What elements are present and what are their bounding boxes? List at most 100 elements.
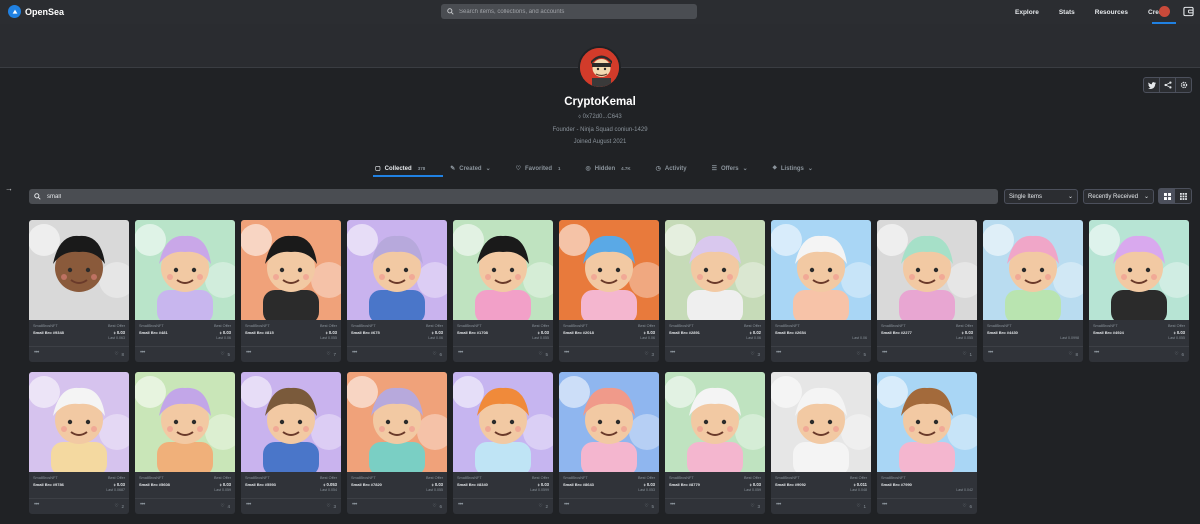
collection-name[interactable]: SmallBrosNFT — [881, 324, 906, 328]
more-options-icon[interactable]: ••• — [458, 502, 463, 508]
nft-card[interactable]: SmallBrosNFT Small Bro #2891 Best Offer … — [665, 220, 765, 362]
more-options-icon[interactable]: ••• — [670, 502, 675, 508]
nft-image[interactable] — [135, 372, 235, 472]
collection-name[interactable]: SmallBrosNFT — [881, 476, 906, 480]
more-options-icon[interactable]: ••• — [140, 350, 145, 356]
nft-image[interactable] — [347, 372, 447, 472]
tab-created[interactable]: ✎ Created ⌄ — [450, 160, 490, 177]
nft-card[interactable]: SmallBrosNFT Small Bro #1708 Best Offer … — [453, 220, 553, 362]
nft-card[interactable]: SmallBrosNFT Small Bro #2277 Best Offer … — [877, 220, 977, 362]
collection-name[interactable]: SmallBrosNFT — [775, 324, 800, 328]
favorite-button[interactable]: ♡ 5 — [220, 351, 230, 357]
expand-filters-arrow-icon[interactable]: → — [5, 184, 13, 193]
nft-card[interactable]: SmallBrosNFT Small Bro #5593 Best Offer … — [241, 372, 341, 514]
nft-image[interactable] — [29, 372, 129, 472]
more-options-icon[interactable]: ••• — [352, 350, 357, 356]
favorite-button[interactable]: ♡ 3 — [644, 351, 654, 357]
collection-name[interactable]: SmallBrosNFT — [669, 476, 694, 480]
collection-name[interactable]: SmallBrosNFT — [139, 476, 164, 480]
wallet-address[interactable]: ⬨ 0x72d0...C643 — [500, 114, 700, 121]
sort-dropdown[interactable]: Recently Received ⌄ — [1083, 189, 1154, 204]
more-options-icon[interactable]: ••• — [458, 350, 463, 356]
favorite-button[interactable]: ♡ 6 — [962, 503, 972, 509]
more-options-icon[interactable]: ••• — [246, 350, 251, 356]
collection-name[interactable]: SmallBrosNFT — [563, 476, 588, 480]
favorite-button[interactable]: ♡ 2 — [114, 503, 124, 509]
favorite-button[interactable]: ♡ 3 — [750, 351, 760, 357]
more-options-icon[interactable]: ••• — [882, 350, 887, 356]
nft-card[interactable]: SmallBrosNFT Small Bro #4430 Last 0.0998… — [983, 220, 1083, 362]
more-options-icon[interactable]: ••• — [670, 350, 675, 356]
favorite-button[interactable]: ♡ 8 — [1068, 351, 1078, 357]
nft-card[interactable]: SmallBrosNFT Small Bro #8779 Best Offer … — [665, 372, 765, 514]
collection-name[interactable]: SmallBrosNFT — [245, 476, 270, 480]
nft-card[interactable]: SmallBrosNFT Small Bro #5608 Best Offer … — [135, 372, 235, 514]
nft-image[interactable] — [453, 220, 553, 320]
wallet-icon[interactable] — [1183, 6, 1194, 17]
collection-name[interactable]: SmallBrosNFT — [457, 476, 482, 480]
nav-resources[interactable]: Resources — [1095, 9, 1128, 16]
tab-favorited[interactable]: ♡ Favorited 1 — [516, 160, 561, 177]
tab-hidden[interactable]: ◎ Hidden 4.7K — [586, 160, 631, 177]
global-search-input[interactable] — [459, 8, 689, 15]
nft-card[interactable]: SmallBrosNFT Small Bro #8643 Best Offer … — [559, 372, 659, 514]
nft-card[interactable]: SmallBrosNFT Small Bro #8340 Best Offer … — [453, 372, 553, 514]
twitter-button[interactable] — [1144, 78, 1160, 92]
nft-card[interactable]: SmallBrosNFT Small Bro #9092 Best Offer … — [771, 372, 871, 514]
collection-name[interactable]: SmallBrosNFT — [245, 324, 270, 328]
nft-image[interactable] — [1089, 220, 1189, 320]
collection-name[interactable]: SmallBrosNFT — [775, 476, 800, 480]
more-options-icon[interactable]: ••• — [1094, 350, 1099, 356]
collection-name[interactable]: SmallBrosNFT — [987, 324, 1012, 328]
nft-image[interactable] — [559, 372, 659, 472]
item-type-dropdown[interactable]: Single Items ⌄ — [1004, 189, 1078, 204]
tab-offers[interactable]: ☰ Offers ⌄ — [712, 160, 748, 177]
item-filter[interactable] — [29, 189, 998, 204]
nav-explore[interactable]: Explore — [1015, 9, 1039, 16]
more-options-icon[interactable]: ••• — [246, 502, 251, 508]
nft-image[interactable] — [665, 220, 765, 320]
nft-card[interactable]: SmallBrosNFT Small Bro #9786 Best Offer … — [29, 372, 129, 514]
more-options-icon[interactable]: ••• — [776, 502, 781, 508]
large-grid-button[interactable] — [1159, 189, 1175, 203]
nft-card[interactable]: SmallBrosNFT Small Bro #481 Best Offer ⬨… — [135, 220, 235, 362]
favorite-button[interactable]: ♡ 3 — [326, 503, 336, 509]
nft-card[interactable]: SmallBrosNFT Small Bro #2018 Best Offer … — [559, 220, 659, 362]
nft-image[interactable] — [877, 372, 977, 472]
opensea-logo[interactable]: OpenSea — [8, 5, 64, 18]
nft-image[interactable] — [665, 372, 765, 472]
nft-image[interactable] — [29, 220, 129, 320]
account-avatar[interactable] — [1159, 6, 1170, 17]
nft-image[interactable] — [347, 220, 447, 320]
nft-card[interactable]: SmallBrosNFT Small Bro #7990 Last 0.042 … — [877, 372, 977, 514]
nft-image[interactable] — [241, 372, 341, 472]
more-options-icon[interactable]: ••• — [34, 350, 39, 356]
favorite-button[interactable]: ♡ 2 — [538, 503, 548, 509]
favorite-button[interactable]: ♡ 1 — [962, 351, 972, 357]
nav-stats[interactable]: Stats — [1059, 9, 1075, 16]
nft-card[interactable]: SmallBrosNFT Small Bro #815 Best Offer ⬨… — [241, 220, 341, 362]
tab-listings[interactable]: ⬥ Listings ⌄ — [773, 160, 813, 177]
collection-name[interactable]: SmallBrosNFT — [1093, 324, 1118, 328]
nft-card[interactable]: SmallBrosNFT Small Bro #675 Best Offer ⬨… — [347, 220, 447, 362]
nft-image[interactable] — [241, 220, 341, 320]
collection-name[interactable]: SmallBrosNFT — [669, 324, 694, 328]
nft-image[interactable] — [771, 372, 871, 472]
favorite-button[interactable]: ♡ 1 — [856, 503, 866, 509]
more-options-icon[interactable]: ••• — [34, 502, 39, 508]
favorite-button[interactable]: ♡ 4 — [220, 503, 230, 509]
collection-name[interactable]: SmallBrosNFT — [33, 324, 58, 328]
tab-activity[interactable]: ◷ Activity — [656, 160, 687, 177]
nft-image[interactable] — [771, 220, 871, 320]
nft-image[interactable] — [453, 372, 553, 472]
collection-name[interactable]: SmallBrosNFT — [563, 324, 588, 328]
share-button[interactable] — [1160, 78, 1176, 92]
favorite-button[interactable]: ♡ 6 — [432, 351, 442, 357]
favorite-button[interactable]: ♡ 6 — [1174, 351, 1184, 357]
item-filter-input[interactable] — [47, 193, 947, 200]
nft-image[interactable] — [135, 220, 235, 320]
nft-card[interactable]: SmallBrosNFT Small Bro #2654 Last 0.06 •… — [771, 220, 871, 362]
favorite-button[interactable]: ♡ 3 — [750, 503, 760, 509]
nft-image[interactable] — [559, 220, 659, 320]
more-options-icon[interactable]: ••• — [564, 502, 569, 508]
